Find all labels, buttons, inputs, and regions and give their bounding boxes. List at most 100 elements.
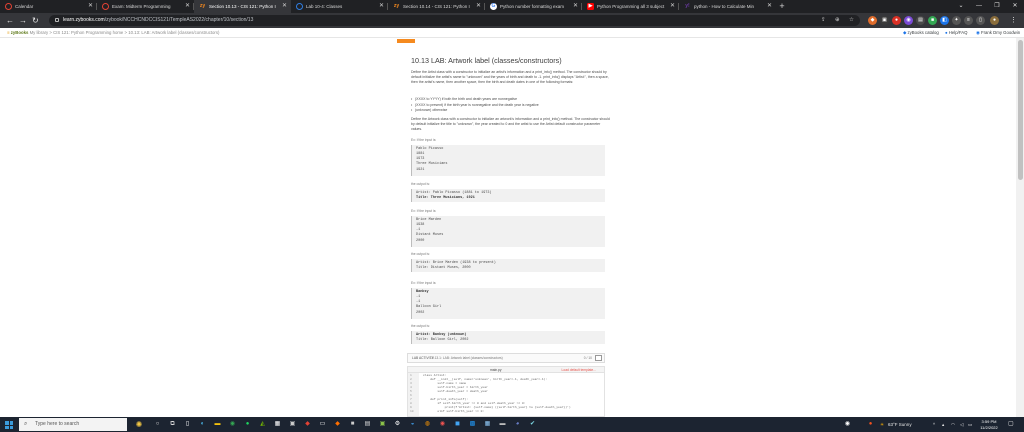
code-line[interactable]: self.death_year = death_year xyxy=(423,390,487,393)
close-icon[interactable]: ✕ xyxy=(476,0,481,13)
photos-icon[interactable]: ◒ xyxy=(408,420,417,429)
cortana-icon[interactable]: ○ xyxy=(153,420,162,429)
sidebar-icon[interactable]: ▯ xyxy=(976,16,985,25)
extension-icon[interactable]: ● xyxy=(892,16,901,25)
tab-search-icon[interactable]: ⌄ xyxy=(952,0,970,13)
brand-logo[interactable]: zyBooks xyxy=(11,30,29,35)
game-icon[interactable]: ◆ xyxy=(333,420,342,429)
browser-tab[interactable]: ▶ Python Programming all 3 subject ✕ xyxy=(582,0,679,13)
code-line[interactable]: class Artist: xyxy=(423,374,446,377)
app-icon[interactable]: ◉ xyxy=(438,420,447,429)
taskbar-clock[interactable]: 3:59 PM 11/2/2022 xyxy=(976,419,1002,430)
close-icon[interactable]: ✕ xyxy=(573,0,578,13)
browser-tab[interactable]: zy Section 10.14 - CIS 121: Python I ✕ xyxy=(388,0,485,13)
new-tab-button[interactable]: + xyxy=(776,0,788,13)
url-text[interactable]: learn.zybooks.com/zybook/NCCHCNDCCIS121/… xyxy=(63,15,253,26)
chrome-icon[interactable]: ◉ xyxy=(228,420,237,429)
extension-icon[interactable]: ◆ xyxy=(868,16,877,25)
app-icon[interactable]: ▭ xyxy=(318,420,327,429)
close-icon[interactable]: ✕ xyxy=(379,0,384,13)
file-explorer-icon[interactable]: ▬ xyxy=(213,420,222,429)
terminal-icon[interactable]: ▣ xyxy=(378,420,387,429)
app-icon[interactable]: ▦ xyxy=(483,420,492,429)
browser-tab[interactable]: Lab 10-4: Classes ✕ xyxy=(291,0,388,13)
puzzle-icon[interactable]: ✦ xyxy=(952,16,961,25)
bookmark-link[interactable]: ◆ zyBooks catalog xyxy=(903,28,939,38)
address-bar[interactable]: learn.zybooks.com/zybook/NCCHCNDCCIS121/… xyxy=(49,15,860,26)
settings-icon[interactable]: ⚙ xyxy=(393,420,402,429)
extension-icon[interactable]: ▣ xyxy=(880,16,889,25)
app-icon[interactable]: ◼ xyxy=(453,420,462,429)
bookmark-link[interactable]: ● Help/FAQ xyxy=(945,28,967,38)
teams-icon[interactable]: ▩ xyxy=(468,420,477,429)
app-icon[interactable]: ▣ xyxy=(288,420,297,429)
app-icon[interactable]: ▬ xyxy=(498,420,507,429)
taskbar-search-input[interactable]: ⌕ Type here to search xyxy=(19,418,127,431)
share-icon[interactable]: ⇪ xyxy=(821,15,826,26)
app-icon[interactable]: ● xyxy=(866,420,875,429)
yahoo-icon: y! xyxy=(685,3,690,9)
camera-icon[interactable]: ■ xyxy=(348,420,357,429)
close-icon[interactable]: ✕ xyxy=(185,0,190,13)
task-view-icon[interactable]: ⧉ xyxy=(168,420,177,429)
code-line[interactable]: self.birth_year = birth_year xyxy=(423,386,487,389)
profile-avatar-icon[interactable]: ● xyxy=(990,16,999,25)
search-highlight-icon[interactable]: ✺ xyxy=(132,420,146,429)
browser-tab[interactable]: Calendar ✕ xyxy=(0,0,97,13)
zybooks-icon: zy xyxy=(393,3,400,9)
close-window-button[interactable]: ✕ xyxy=(1006,0,1024,13)
bookmark-link[interactable]: ◉ Frank Dmy Goodwin xyxy=(976,28,1020,38)
tray-icon[interactable]: ▴ xyxy=(942,417,944,432)
word-icon[interactable]: ▯ xyxy=(183,420,192,429)
code-line[interactable]: self.name = name xyxy=(423,382,466,385)
media-icon[interactable]: ≡ xyxy=(964,16,973,25)
app-icon[interactable]: ▤ xyxy=(363,420,372,429)
browser-tab[interactable]: y! python - How to Calculate Min ✕ xyxy=(679,0,776,13)
wifi-icon[interactable]: ◠ xyxy=(951,417,955,432)
notification-icon[interactable]: ▢ xyxy=(1008,417,1014,432)
breadcrumb-path[interactable]: My library > CIS 121: Python Programming… xyxy=(30,30,220,35)
back-arrow-icon[interactable]: ← xyxy=(6,13,14,28)
nvidia-icon[interactable]: ◭ xyxy=(258,420,267,429)
menu-kebab-icon[interactable]: ⋮ xyxy=(1010,13,1017,28)
extension-icon[interactable]: ■ xyxy=(928,16,937,25)
line-number: 9 xyxy=(410,406,412,409)
code-line[interactable]: if self.birth_year >= 0 and self.death_y… xyxy=(423,402,525,405)
browser-tab-active[interactable]: zy Section 10.13 - CIS 121: Python I ✕ xyxy=(194,0,291,13)
browser-tab[interactable]: G Python number formatting exam ✕ xyxy=(485,0,582,13)
app-icon[interactable]: ◆ xyxy=(303,420,312,429)
spotify-icon[interactable]: ● xyxy=(243,420,252,429)
forward-arrow-icon[interactable]: → xyxy=(19,13,27,28)
maximize-button[interactable]: ❐ xyxy=(988,0,1006,13)
scrollbar-thumb[interactable] xyxy=(1018,40,1023,180)
store-icon[interactable]: ▦ xyxy=(273,420,282,429)
zoom-icon[interactable]: ⊕ xyxy=(835,15,840,26)
bookmark-star-icon[interactable]: ☆ xyxy=(849,15,854,26)
reload-icon[interactable]: ↻ xyxy=(32,13,39,28)
close-icon[interactable]: ✕ xyxy=(88,0,93,13)
code-line[interactable]: def __init__(self, name='unknown', birth… xyxy=(423,378,547,381)
code-editor[interactable]: 1 2 3 4 5 6 7 8 9 10 class Artist: def _… xyxy=(407,373,605,417)
windows-start-icon[interactable] xyxy=(5,421,13,429)
weather-text[interactable]: 63°F Sunny xyxy=(888,417,912,432)
edge-icon[interactable]: ◐ xyxy=(198,420,207,429)
line-number: 7 xyxy=(410,398,412,401)
close-icon[interactable]: ✕ xyxy=(670,0,675,13)
code-line[interactable]: print(f'Artist: {self.name} ({self.birth… xyxy=(423,406,571,409)
minimize-button[interactable]: — xyxy=(970,0,988,13)
user-avatar-icon[interactable]: ◉ xyxy=(843,420,852,429)
extension-icon[interactable]: ◉ xyxy=(904,16,913,25)
volume-icon[interactable]: ◁ xyxy=(960,417,963,432)
app-icon[interactable]: ✔ xyxy=(528,420,537,429)
battery-icon[interactable]: ▭ xyxy=(968,417,972,432)
code-line[interactable]: def print_info(self): xyxy=(423,398,468,401)
close-icon[interactable]: ✕ xyxy=(282,0,287,13)
browser-tab[interactable]: Exam: Midterm Programming ✕ xyxy=(97,0,194,13)
discord-icon[interactable]: ◕ xyxy=(513,420,522,429)
app-icon[interactable]: ◍ xyxy=(423,420,432,429)
tray-overflow-icon[interactable]: ^ xyxy=(933,417,935,432)
code-line[interactable]: elif self.birth_year >= 0: xyxy=(423,410,484,413)
extension-icon[interactable]: ▤ xyxy=(916,16,925,25)
close-icon[interactable]: ✕ xyxy=(767,0,772,13)
extension-icon[interactable]: ◧ xyxy=(940,16,949,25)
